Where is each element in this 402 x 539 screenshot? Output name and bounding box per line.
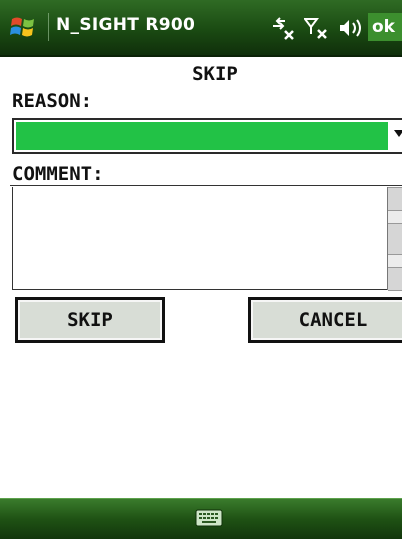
comment-textarea[interactable] <box>12 187 402 290</box>
scroll-thumb[interactable] <box>388 223 402 255</box>
reason-dropdown[interactable] <box>12 118 402 154</box>
chevron-down-icon[interactable] <box>394 130 402 137</box>
signal-off-icon <box>304 18 327 39</box>
windows-start-icon[interactable] <box>10 14 36 40</box>
reason-selected-value[interactable] <box>16 122 388 150</box>
keyboard-icon[interactable] <box>195 509 223 527</box>
bottom-bar <box>0 498 402 539</box>
ok-button[interactable]: ok <box>368 13 402 41</box>
scroll-down-button[interactable] <box>388 267 402 291</box>
app-title: N_SIGHT R900 <box>56 15 196 35</box>
form-title: SKIP <box>192 63 238 85</box>
title-separator <box>48 13 49 41</box>
volume-icon <box>340 19 361 37</box>
comment-label: COMMENT: <box>12 163 104 185</box>
skip-button[interactable]: SKIP <box>15 297 165 343</box>
connectivity-icon <box>273 17 294 40</box>
scroll-up-button[interactable] <box>388 187 402 211</box>
cancel-button[interactable]: CANCEL <box>248 297 402 343</box>
comment-divider <box>10 185 402 186</box>
comment-scrollbar[interactable] <box>387 187 402 291</box>
status-bar: N_SIGHT R900 ok <box>0 0 402 57</box>
reason-label: REASON: <box>12 90 93 112</box>
